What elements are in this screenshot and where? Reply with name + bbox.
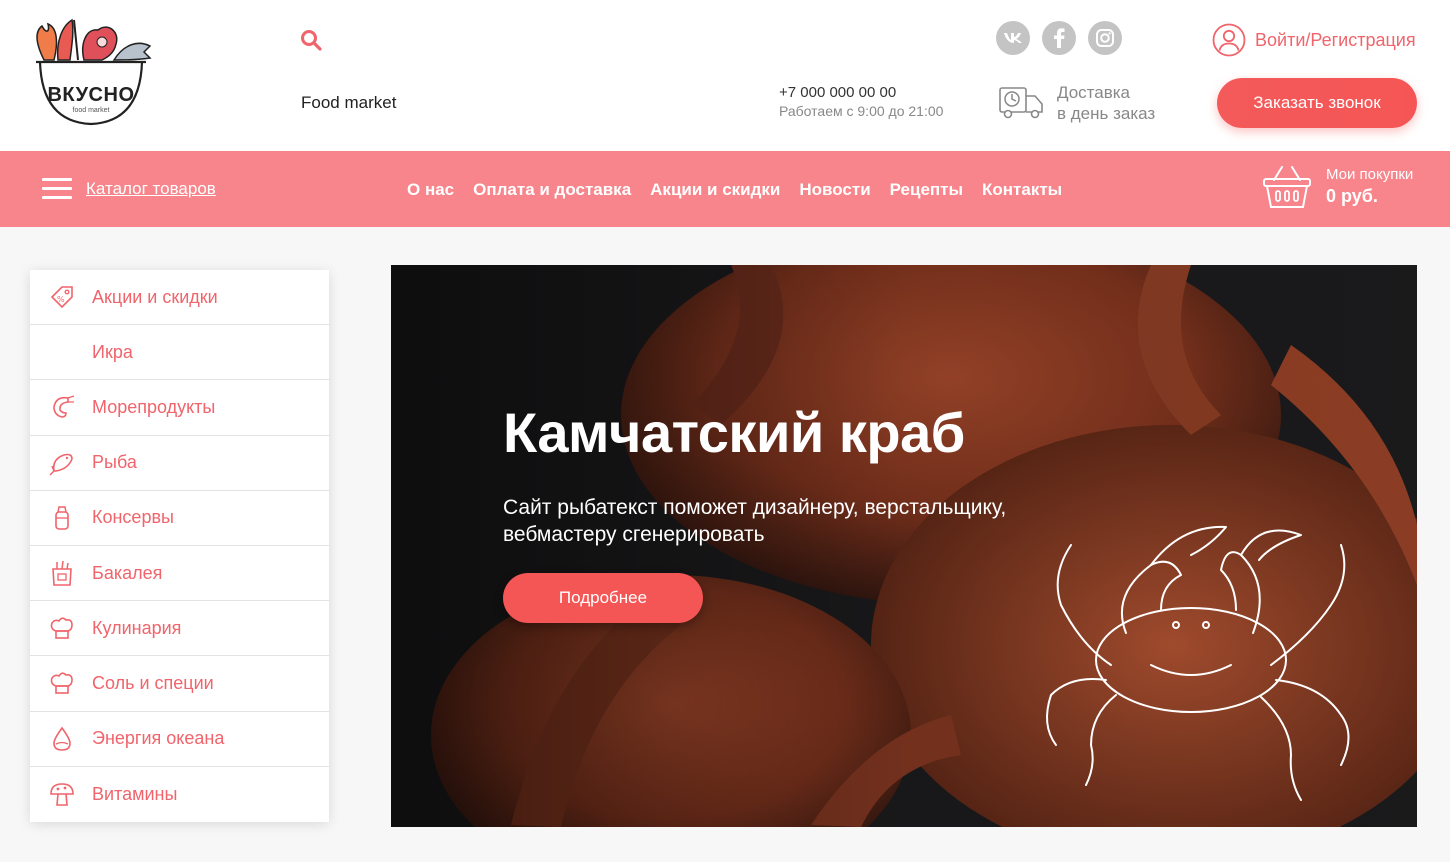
working-hours: Работаем с 9:00 до 21:00 (779, 103, 944, 119)
sidebar-item-caviar[interactable]: Икра (30, 325, 329, 381)
sidebar-item-label: Соль и специи (92, 672, 214, 693)
sidebar-item-promotions[interactable]: % Акции и скидки (30, 270, 329, 326)
sidebar-item-fish[interactable]: Рыба (30, 436, 329, 491)
svg-text:%: % (57, 295, 65, 304)
sidebar-item-label: Бакалея (92, 562, 163, 583)
chef-hat-icon (50, 617, 73, 639)
sidebar-item-salt-spices[interactable]: Соль и специи (30, 656, 329, 712)
drop-icon (53, 726, 71, 751)
site-name: Food market (301, 93, 397, 112)
basket-icon (1263, 166, 1311, 208)
cart-total: 0 руб. (1326, 186, 1378, 206)
phone-number[interactable]: +7 000 000 00 00 (779, 84, 896, 101)
hero-subtitle: Сайт рыбатекст поможет дизайнеру, верста… (503, 496, 1007, 546)
logo[interactable]: ВКУСНО food market (28, 14, 154, 130)
hero-more-button[interactable]: Подробнее (503, 573, 703, 623)
sidebar-item-seafood[interactable]: Морепродукты (30, 380, 329, 436)
menu-item-payment-delivery[interactable]: Оплата и доставка (473, 180, 631, 200)
user-icon (1212, 23, 1246, 57)
instagram-icon[interactable] (1088, 21, 1122, 55)
sidebar-item-ocean-energy[interactable]: Энергия океана (30, 712, 329, 767)
catalog-toggle[interactable]: Каталог товаров (42, 178, 216, 200)
delivery-text: Доставка в день заказ (1057, 82, 1155, 124)
menu-item-contacts[interactable]: Контакты (982, 180, 1062, 200)
menu-item-recipes[interactable]: Рецепты (890, 180, 963, 200)
logo-text: ВКУСНО (47, 84, 135, 106)
vk-icon[interactable] (996, 21, 1030, 55)
sidebar-item-label: Консервы (92, 507, 174, 528)
login-link[interactable]: Войти/Регистрация (1212, 23, 1416, 57)
cart[interactable]: Мои покупки 0 руб. (1262, 164, 1413, 210)
chef-hat-icon (50, 672, 73, 695)
grocery-bag-icon (52, 560, 72, 586)
can-icon (55, 506, 69, 530)
facebook-icon[interactable] (1042, 21, 1076, 55)
social-links (996, 21, 1122, 55)
mushroom-icon (50, 782, 74, 806)
shrimp-icon (53, 395, 75, 419)
sidebar-item-label: Морепродукты (92, 396, 216, 417)
hero-banner: Камчатский краб Сайт рыбатекст поможет д… (391, 265, 1417, 827)
sidebar-item-label: Энергия океана (92, 728, 225, 749)
sidebar-item-label: Кулинария (92, 617, 182, 638)
main-menu: О нас Оплата и доставка Акции и скидки Н… (407, 180, 1062, 200)
search-icon[interactable] (300, 29, 322, 51)
sidebar-item-label: Икра (92, 341, 133, 362)
menu-burger-icon (42, 178, 72, 200)
main-navbar: Каталог товаров О нас Оплата и доставка … (0, 151, 1450, 227)
category-sidebar: % Акции и скидки Икра Морепродукты Рыба … (30, 270, 329, 822)
fish-icon (49, 453, 73, 476)
menu-item-promotions[interactable]: Акции и скидки (650, 180, 780, 200)
sidebar-item-vitamins[interactable]: Витамины (30, 767, 329, 822)
catalog-label: Каталог товаров (86, 179, 216, 198)
sidebar-item-grocery[interactable]: Бакалея (30, 546, 329, 602)
delivery-line-2: в день заказ (1057, 104, 1156, 123)
site-header: ВКУСНО food market Food market Войти/Рег… (0, 0, 1450, 151)
menu-item-about[interactable]: О нас (407, 180, 454, 200)
order-call-button[interactable]: Заказать звонок (1217, 78, 1417, 128)
discount-tag-icon: % (50, 286, 73, 309)
delivery-line-1: Доставка (1057, 83, 1131, 102)
delivery-info: Доставка в день заказ (997, 82, 1155, 124)
sidebar-item-label: Рыба (92, 452, 137, 473)
hero-title: Камчатский краб (503, 401, 965, 464)
login-label: Войти/Регистрация (1255, 29, 1416, 50)
menu-item-news[interactable]: Новости (799, 180, 870, 200)
sidebar-item-cooking[interactable]: Кулинария (30, 601, 329, 657)
sidebar-item-canned[interactable]: Консервы (30, 491, 329, 546)
delivery-truck-icon (999, 87, 1043, 119)
sidebar-item-label: Витамины (92, 783, 178, 804)
logo-subtitle: food market (72, 107, 110, 114)
cart-label: Мои покупки (1326, 166, 1414, 183)
sidebar-item-label: Акции и скидки (92, 286, 218, 307)
